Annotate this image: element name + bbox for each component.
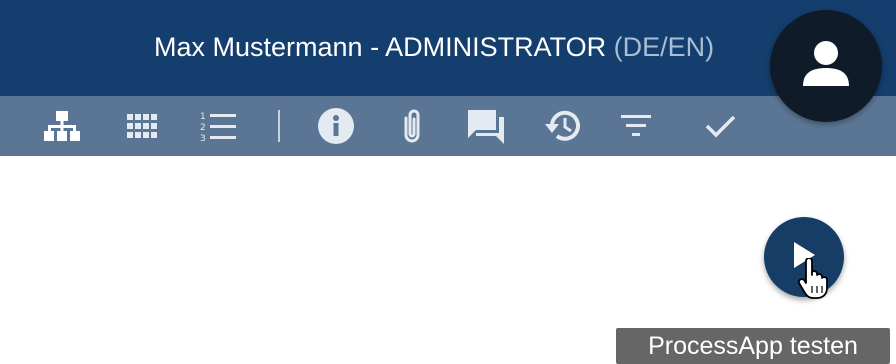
language-switch[interactable]: (DE/EN): [614, 32, 715, 62]
top-header-bar: Max Mustermann - ADMINISTRATOR (DE/EN): [0, 0, 896, 96]
hierarchy-icon[interactable]: [42, 96, 82, 156]
svg-text:1: 1: [200, 112, 206, 122]
grid-icon[interactable]: [122, 96, 162, 156]
tooltip: ProcessApp testen: [616, 328, 890, 364]
history-icon[interactable]: [542, 96, 582, 156]
avatar[interactable]: [770, 10, 882, 122]
user-name-role: Max Mustermann - ADMINISTRATOR: [154, 32, 607, 62]
user-icon: [801, 40, 851, 93]
user-info: Max Mustermann - ADMINISTRATOR (DE/EN): [154, 29, 714, 65]
info-icon[interactable]: [316, 96, 356, 156]
toolbar: 1 2 3: [0, 96, 896, 156]
attachment-icon[interactable]: [392, 96, 432, 156]
check-icon[interactable]: [700, 96, 740, 156]
svg-text:3: 3: [200, 134, 206, 143]
svg-text:2: 2: [200, 123, 206, 133]
numbered-list-icon[interactable]: 1 2 3: [198, 96, 238, 156]
filter-icon[interactable]: [616, 96, 656, 156]
toolbar-divider: [278, 110, 280, 142]
hand-cursor-icon: [797, 257, 828, 305]
comments-icon[interactable]: [466, 96, 506, 156]
